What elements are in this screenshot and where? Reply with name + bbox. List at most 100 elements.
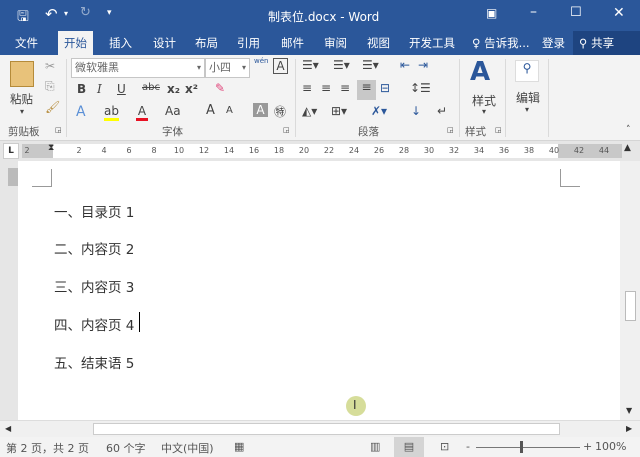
change-case-button[interactable]: Aa	[165, 104, 181, 118]
zoom-slider[interactable]	[476, 447, 580, 448]
tab-home[interactable]: 开始	[58, 31, 93, 55]
distributed-icon[interactable]: ⊟	[380, 81, 390, 95]
tab-view[interactable]: 视图	[361, 31, 396, 55]
borders-icon[interactable]: ⊞▾	[331, 104, 347, 118]
horizontal-scrollbar[interactable]: ◀ ▶	[0, 420, 640, 437]
page-count[interactable]: 第 2 页，共 2 页	[6, 440, 89, 456]
close-button[interactable]: ✕	[613, 5, 625, 21]
align-center-icon[interactable]: ≡	[321, 81, 331, 95]
zoom-slider-thumb[interactable]	[520, 441, 523, 453]
clipboard-launcher-icon[interactable]: ◲	[55, 126, 62, 134]
show-marks-icon[interactable]: ↵	[437, 104, 447, 118]
indent-marker-icon[interactable]: ⧗	[48, 143, 54, 153]
login-link[interactable]: 登录	[536, 31, 571, 55]
decrease-indent-icon[interactable]: ⇤	[400, 58, 410, 72]
tab-references[interactable]: 引用	[231, 31, 266, 55]
save-icon[interactable]: 🖫	[17, 6, 29, 30]
tab-review[interactable]: 审阅	[318, 31, 353, 55]
paste-button[interactable]: 粘贴	[10, 91, 33, 107]
font-launcher-icon[interactable]: ◲	[283, 126, 290, 134]
styles-icon[interactable]: A	[470, 57, 490, 87]
tab-selector-icon[interactable]: L	[3, 143, 19, 159]
redo-icon[interactable]: ↻	[80, 5, 91, 20]
word-count[interactable]: 60 个字	[106, 440, 146, 456]
tab-insert[interactable]: 插入	[103, 31, 138, 55]
document-line[interactable]: 三、内容页 3	[54, 276, 134, 296]
underline-button[interactable]: U	[117, 82, 126, 96]
tab-layout[interactable]: 布局	[189, 31, 224, 55]
italic-button[interactable]: I	[97, 82, 102, 96]
macro-record-icon[interactable]: ▦	[234, 440, 244, 453]
horizontal-ruler[interactable]: L 2 2 4 6 8 10 12 14 16 18 20 22 24 26 28 30 32 34 36 38 40 4…	[0, 141, 640, 161]
styles-launcher-icon[interactable]: ◲	[495, 126, 502, 134]
read-mode-icon[interactable]: ▥	[370, 440, 380, 453]
undo-dropdown-icon[interactable]: ▾	[64, 9, 68, 18]
text-effects-icon[interactable]: A	[76, 104, 86, 120]
print-layout-icon[interactable]: ▤	[394, 437, 424, 457]
vertical-scroll-thumb[interactable]	[625, 291, 636, 321]
multilevel-list-icon[interactable]: ☰▾	[362, 58, 379, 72]
zoom-in-button[interactable]: +	[583, 440, 592, 453]
minimize-button[interactable]: –	[530, 4, 537, 20]
tell-me-box[interactable]: ♀ 告诉我...	[466, 31, 536, 55]
paragraph-launcher-icon[interactable]: ◲	[447, 126, 454, 134]
subscript-button[interactable]: x₂	[167, 82, 180, 96]
tab-mailings[interactable]: 邮件	[275, 31, 310, 55]
strikethrough-button[interactable]: abc	[142, 82, 160, 93]
paste-dropdown-icon[interactable]: ▾	[20, 107, 24, 116]
bold-button[interactable]: B	[77, 82, 86, 96]
zoom-level[interactable]: 100%	[595, 440, 626, 453]
format-painter-icon[interactable]: 🖌	[45, 100, 60, 114]
sort-icon[interactable]: ↓	[411, 104, 421, 118]
zoom-out-button[interactable]: -	[466, 440, 470, 453]
shrink-font-button[interactable]: A	[226, 105, 233, 116]
customize-icon[interactable]: ▾	[107, 8, 112, 18]
horizontal-scroll-thumb[interactable]	[93, 423, 560, 435]
collapse-ribbon-icon[interactable]: ˄	[626, 125, 631, 135]
line-spacing-icon[interactable]: ↕☰	[410, 81, 431, 95]
clipboard-icon[interactable]	[10, 61, 34, 87]
cut-icon[interactable]: ✂	[45, 59, 55, 73]
styles-dropdown-icon[interactable]: ▾	[482, 107, 486, 116]
enclose-characters-icon[interactable]: ㊕	[274, 103, 286, 120]
undo-icon[interactable]: ↶	[45, 5, 58, 23]
copy-icon[interactable]: ⎘	[45, 79, 55, 94]
highlight-color-icon[interactable]: ab	[104, 104, 119, 121]
search-icon[interactable]: ⚲	[515, 60, 539, 82]
scroll-up-icon[interactable]: ▲	[624, 143, 631, 153]
align-left-icon[interactable]: ≡	[302, 81, 312, 95]
share-button[interactable]: ⚲ 共享	[573, 31, 640, 55]
document-line[interactable]: 一、目录页 1	[54, 201, 134, 221]
character-border-icon[interactable]: A	[273, 58, 288, 74]
superscript-button[interactable]: x²	[185, 82, 198, 96]
justify-icon[interactable]: ≡	[357, 80, 376, 100]
document-line[interactable]: 二、内容页 2	[54, 238, 134, 258]
align-right-icon[interactable]: ≡	[340, 81, 350, 95]
clear-formatting-icon[interactable]: ✎	[215, 81, 225, 95]
font-size-select[interactable]: 小四 ▾	[205, 58, 250, 78]
document-line[interactable]: 四、内容页 4	[54, 314, 134, 334]
editing-button[interactable]: 编辑	[516, 89, 540, 106]
font-color-icon[interactable]: A	[136, 104, 148, 121]
vertical-scrollbar[interactable]: ▼	[620, 161, 640, 420]
font-name-select[interactable]: 微软雅黑 ▾	[71, 58, 205, 78]
phonetic-guide-icon[interactable]: wén	[254, 57, 268, 65]
scroll-left-icon[interactable]: ◀	[5, 424, 11, 433]
tab-file[interactable]: 文件	[9, 31, 44, 55]
tab-design[interactable]: 设计	[147, 31, 182, 55]
ribbon-display-icon[interactable]: ▣	[486, 6, 497, 20]
scroll-down-icon[interactable]: ▼	[626, 406, 632, 415]
grow-font-button[interactable]: A	[206, 103, 215, 118]
numbering-icon[interactable]: ☰▾	[333, 58, 350, 72]
document-line[interactable]: 五、结束语 5	[54, 352, 134, 372]
web-layout-icon[interactable]: ⊡	[440, 440, 449, 453]
character-shading-icon[interactable]: A	[253, 103, 268, 117]
shading-icon[interactable]: ◭▾	[302, 104, 317, 118]
editing-dropdown-icon[interactable]: ▾	[525, 105, 529, 114]
bullets-icon[interactable]: ☰▾	[302, 58, 319, 72]
language[interactable]: 中文(中国)	[161, 440, 214, 456]
scroll-right-icon[interactable]: ▶	[626, 424, 632, 433]
asian-layout-icon[interactable]: ✗▾	[371, 104, 387, 118]
maximize-button[interactable]: ☐	[570, 5, 582, 20]
tab-developer[interactable]: 开发工具	[403, 31, 461, 55]
